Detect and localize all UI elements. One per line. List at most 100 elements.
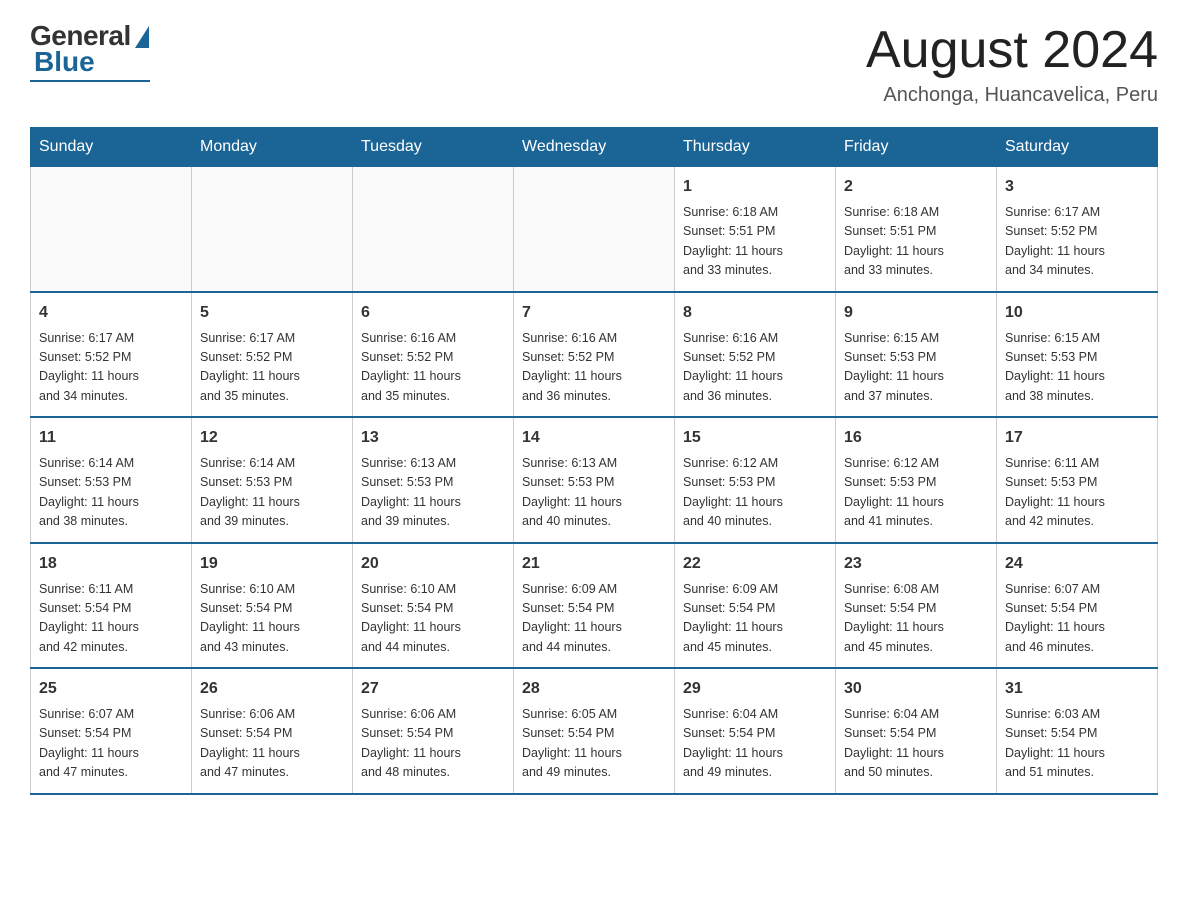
calendar-week-row: 4 Sunrise: 6:17 AMSunset: 5:52 PMDaylight… bbox=[31, 292, 1158, 418]
calendar-day-cell bbox=[514, 167, 675, 292]
day-number: 13 bbox=[361, 426, 505, 450]
day-number: 16 bbox=[844, 426, 988, 450]
calendar-day-cell: 28Sunrise: 6:05 AMSunset: 5:54 PMDayligh… bbox=[514, 668, 675, 794]
logo-blue-text: Blue bbox=[34, 46, 95, 78]
day-number: 22 bbox=[683, 552, 827, 576]
calendar-week-row: 1 Sunrise: 6:18 AMSunset: 5:51 PMDaylight… bbox=[31, 167, 1158, 292]
calendar-day-cell: 26 Sunrise: 6:06 AMSunset: 5:54 PMDayligh… bbox=[192, 668, 353, 794]
day-number: 20 bbox=[361, 552, 505, 576]
calendar-day-cell: 4 Sunrise: 6:17 AMSunset: 5:52 PMDaylight… bbox=[31, 292, 192, 418]
day-info: Sunrise: 6:04 AMSunset: 5:54 PMDaylight:… bbox=[844, 705, 988, 783]
day-info: Sunrise: 6:14 AMSunset: 5:53 PMDaylight:… bbox=[39, 454, 183, 532]
day-info: Sunrise: 6:07 AMSunset: 5:54 PMDaylight:… bbox=[1005, 580, 1149, 658]
day-number: 1 bbox=[683, 175, 827, 199]
day-number: 26 bbox=[200, 677, 344, 701]
day-number: 31 bbox=[1005, 677, 1149, 701]
day-of-week-header: Friday bbox=[836, 128, 997, 167]
calendar-day-cell: 3Sunrise: 6:17 AMSunset: 5:52 PMDaylight… bbox=[997, 167, 1158, 292]
calendar-day-cell: 19Sunrise: 6:10 AMSunset: 5:54 PMDayligh… bbox=[192, 543, 353, 669]
page-header: General Blue August 2024 Anchonga, Huanc… bbox=[30, 20, 1158, 107]
calendar-day-cell: 30 Sunrise: 6:04 AMSunset: 5:54 PMDayligh… bbox=[836, 668, 997, 794]
calendar-day-cell: 7Sunrise: 6:16 AMSunset: 5:52 PMDaylight… bbox=[514, 292, 675, 418]
calendar-day-cell: 21 Sunrise: 6:09 AMSunset: 5:54 PMDayligh… bbox=[514, 543, 675, 669]
day-info: Sunrise: 6:06 AMSunset: 5:54 PMDaylight:… bbox=[361, 705, 505, 783]
calendar-week-row: 11 Sunrise: 6:14 AMSunset: 5:53 PMDayligh… bbox=[31, 417, 1158, 543]
day-number: 9 bbox=[844, 301, 988, 325]
day-info: Sunrise: 6:15 AMSunset: 5:53 PMDaylight:… bbox=[844, 329, 988, 407]
day-info: Sunrise: 6:17 AMSunset: 5:52 PMDaylight:… bbox=[39, 329, 183, 407]
day-of-week-header: Sunday bbox=[31, 128, 192, 167]
calendar-day-cell: 1 Sunrise: 6:18 AMSunset: 5:51 PMDaylight… bbox=[675, 167, 836, 292]
day-info: Sunrise: 6:14 AMSunset: 5:53 PMDaylight:… bbox=[200, 454, 344, 532]
calendar-day-cell: 18Sunrise: 6:11 AMSunset: 5:54 PMDayligh… bbox=[31, 543, 192, 669]
day-number: 28 bbox=[522, 677, 666, 701]
calendar-day-cell: 17 Sunrise: 6:11 AMSunset: 5:53 PMDayligh… bbox=[997, 417, 1158, 543]
day-of-week-header: Monday bbox=[192, 128, 353, 167]
day-number: 18 bbox=[39, 552, 183, 576]
day-info: Sunrise: 6:10 AMSunset: 5:54 PMDaylight:… bbox=[200, 580, 344, 658]
day-info: Sunrise: 6:15 AMSunset: 5:53 PMDaylight:… bbox=[1005, 329, 1149, 407]
calendar-table: SundayMondayTuesdayWednesdayThursdayFrid… bbox=[30, 127, 1158, 795]
day-number: 25 bbox=[39, 677, 183, 701]
day-number: 23 bbox=[844, 552, 988, 576]
calendar-day-cell: 25 Sunrise: 6:07 AMSunset: 5:54 PMDayligh… bbox=[31, 668, 192, 794]
day-info: Sunrise: 6:17 AMSunset: 5:52 PMDaylight:… bbox=[200, 329, 344, 407]
calendar-day-cell bbox=[31, 167, 192, 292]
day-info: Sunrise: 6:10 AMSunset: 5:54 PMDaylight:… bbox=[361, 580, 505, 658]
calendar-day-cell bbox=[192, 167, 353, 292]
day-number: 8 bbox=[683, 301, 827, 325]
day-info: Sunrise: 6:09 AMSunset: 5:54 PMDaylight:… bbox=[683, 580, 827, 658]
day-of-week-header: Tuesday bbox=[353, 128, 514, 167]
calendar-day-cell: 2Sunrise: 6:18 AMSunset: 5:51 PMDaylight… bbox=[836, 167, 997, 292]
day-number: 17 bbox=[1005, 426, 1149, 450]
calendar-day-cell: 8 Sunrise: 6:16 AMSunset: 5:52 PMDaylight… bbox=[675, 292, 836, 418]
day-info: Sunrise: 6:12 AMSunset: 5:53 PMDaylight:… bbox=[844, 454, 988, 532]
day-info: Sunrise: 6:06 AMSunset: 5:54 PMDaylight:… bbox=[200, 705, 344, 783]
day-info: Sunrise: 6:07 AMSunset: 5:54 PMDaylight:… bbox=[39, 705, 183, 783]
location-text: Anchonga, Huancavelica, Peru bbox=[866, 84, 1158, 107]
calendar-week-row: 18Sunrise: 6:11 AMSunset: 5:54 PMDayligh… bbox=[31, 543, 1158, 669]
calendar-day-cell: 13 Sunrise: 6:13 AMSunset: 5:53 PMDayligh… bbox=[353, 417, 514, 543]
calendar-day-cell: 31Sunrise: 6:03 AMSunset: 5:54 PMDayligh… bbox=[997, 668, 1158, 794]
day-info: Sunrise: 6:13 AMSunset: 5:53 PMDaylight:… bbox=[361, 454, 505, 532]
day-number: 30 bbox=[844, 677, 988, 701]
calendar-day-cell: 12Sunrise: 6:14 AMSunset: 5:53 PMDayligh… bbox=[192, 417, 353, 543]
calendar-header-row: SundayMondayTuesdayWednesdayThursdayFrid… bbox=[31, 128, 1158, 167]
calendar-day-cell: 16 Sunrise: 6:12 AMSunset: 5:53 PMDayligh… bbox=[836, 417, 997, 543]
day-info: Sunrise: 6:04 AMSunset: 5:54 PMDaylight:… bbox=[683, 705, 827, 783]
day-info: Sunrise: 6:16 AMSunset: 5:52 PMDaylight:… bbox=[683, 329, 827, 407]
logo-underline bbox=[30, 80, 150, 82]
calendar-day-cell: 6Sunrise: 6:16 AMSunset: 5:52 PMDaylight… bbox=[353, 292, 514, 418]
calendar-day-cell bbox=[353, 167, 514, 292]
calendar-day-cell: 29 Sunrise: 6:04 AMSunset: 5:54 PMDayligh… bbox=[675, 668, 836, 794]
calendar-day-cell: 10 Sunrise: 6:15 AMSunset: 5:53 PMDayligh… bbox=[997, 292, 1158, 418]
day-number: 21 bbox=[522, 552, 666, 576]
calendar-day-cell: 9 Sunrise: 6:15 AMSunset: 5:53 PMDaylight… bbox=[836, 292, 997, 418]
calendar-day-cell: 27 Sunrise: 6:06 AMSunset: 5:54 PMDayligh… bbox=[353, 668, 514, 794]
calendar-day-cell: 5Sunrise: 6:17 AMSunset: 5:52 PMDaylight… bbox=[192, 292, 353, 418]
day-info: Sunrise: 6:18 AMSunset: 5:51 PMDaylight:… bbox=[844, 203, 988, 281]
day-number: 3 bbox=[1005, 175, 1149, 199]
day-info: Sunrise: 6:11 AMSunset: 5:53 PMDaylight:… bbox=[1005, 454, 1149, 532]
day-info: Sunrise: 6:16 AMSunset: 5:52 PMDaylight:… bbox=[522, 329, 666, 407]
day-number: 14 bbox=[522, 426, 666, 450]
calendar-week-row: 25 Sunrise: 6:07 AMSunset: 5:54 PMDayligh… bbox=[31, 668, 1158, 794]
logo-triangle-icon bbox=[135, 26, 149, 48]
day-info: Sunrise: 6:13 AMSunset: 5:53 PMDaylight:… bbox=[522, 454, 666, 532]
calendar-day-cell: 15Sunrise: 6:12 AMSunset: 5:53 PMDayligh… bbox=[675, 417, 836, 543]
calendar-day-cell: 23Sunrise: 6:08 AMSunset: 5:54 PMDayligh… bbox=[836, 543, 997, 669]
calendar-day-cell: 14 Sunrise: 6:13 AMSunset: 5:53 PMDayligh… bbox=[514, 417, 675, 543]
logo: General Blue bbox=[30, 20, 150, 82]
day-number: 24 bbox=[1005, 552, 1149, 576]
day-info: Sunrise: 6:09 AMSunset: 5:54 PMDaylight:… bbox=[522, 580, 666, 658]
day-number: 10 bbox=[1005, 301, 1149, 325]
day-of-week-header: Thursday bbox=[675, 128, 836, 167]
day-number: 27 bbox=[361, 677, 505, 701]
day-number: 4 bbox=[39, 301, 183, 325]
day-info: Sunrise: 6:12 AMSunset: 5:53 PMDaylight:… bbox=[683, 454, 827, 532]
calendar-day-cell: 24 Sunrise: 6:07 AMSunset: 5:54 PMDayligh… bbox=[997, 543, 1158, 669]
month-title: August 2024 bbox=[866, 20, 1158, 80]
day-number: 29 bbox=[683, 677, 827, 701]
day-info: Sunrise: 6:18 AMSunset: 5:51 PMDaylight:… bbox=[683, 203, 827, 281]
day-number: 11 bbox=[39, 426, 183, 450]
